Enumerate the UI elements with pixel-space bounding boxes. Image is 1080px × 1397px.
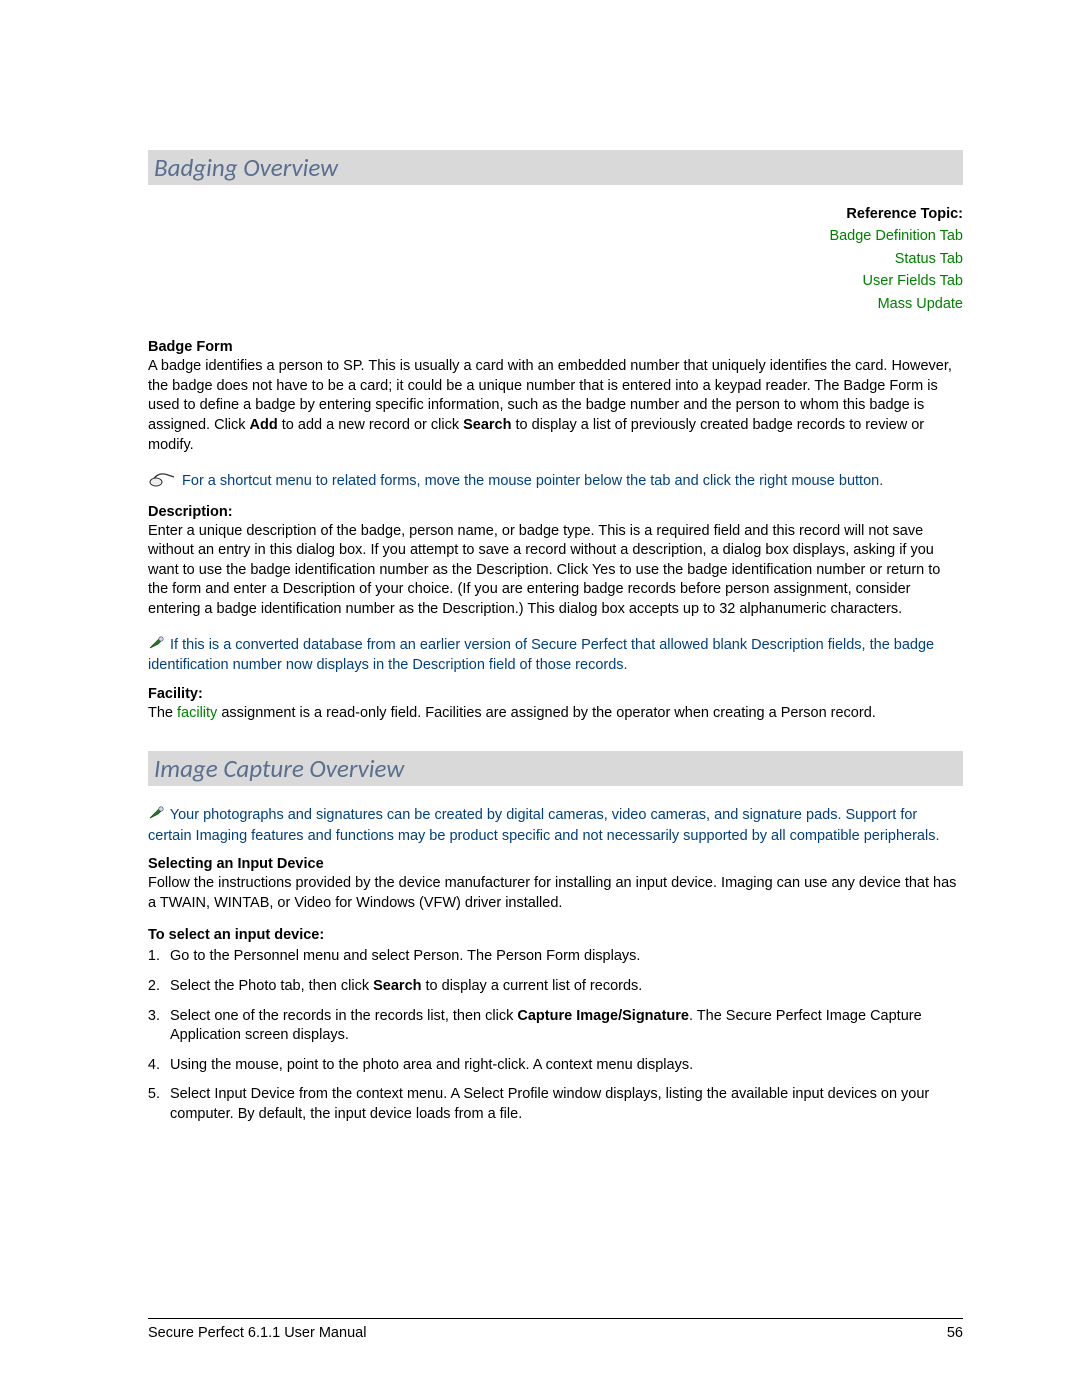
steps-list: Go to the Personnel menu and select Pers… <box>164 947 963 1124</box>
document-page: Badging Overview Reference Topic: Badge … <box>0 0 1080 1397</box>
facility-heading: Facility: <box>148 686 963 702</box>
ref-link-status-tab[interactable]: Status Tab <box>148 248 963 270</box>
facility-body: The facility assignment is a read-only f… <box>148 704 963 724</box>
pin-icon <box>148 634 166 657</box>
section-heading-badging: Badging Overview <box>148 150 963 185</box>
badge-form-heading: Badge Form <box>148 339 963 355</box>
ref-link-mass-update[interactable]: Mass Update <box>148 293 963 315</box>
page-footer: Secure Perfect 6.1.1 User Manual 56 <box>148 1318 963 1341</box>
mouse-icon <box>148 469 178 494</box>
facility-link[interactable]: facility <box>177 705 217 721</box>
reference-label: Reference Topic: <box>148 203 963 225</box>
note-image-capture: Your photographs and signatures can be c… <box>148 804 963 846</box>
ref-link-badge-definition[interactable]: Badge Definition Tab <box>148 225 963 247</box>
step-5: Select Input Device from the context men… <box>164 1085 963 1124</box>
note-converted-db: If this is a converted database from an … <box>148 634 963 676</box>
description-heading: Description: <box>148 504 963 520</box>
search-text: Search <box>463 417 511 433</box>
step-2: Select the Photo tab, then click Search … <box>164 977 963 997</box>
selecting-input-device-body: Follow the instructions provided by the … <box>148 874 963 913</box>
add-text: Add <box>250 417 278 433</box>
step-4: Using the mouse, point to the photo area… <box>164 1056 963 1076</box>
ref-link-user-fields[interactable]: User Fields Tab <box>148 270 963 292</box>
footer-page-number: 56 <box>947 1325 963 1341</box>
footer-title: Secure Perfect 6.1.1 User Manual <box>148 1325 366 1341</box>
to-select-input-device-heading: To select an input device: <box>148 927 963 943</box>
reference-topic-box: Reference Topic: Badge Definition Tab St… <box>148 203 963 315</box>
step-3: Select one of the records in the records… <box>164 1007 963 1046</box>
pin-icon <box>148 804 166 827</box>
section-heading-image-capture: Image Capture Overview <box>148 751 963 786</box>
step-1: Go to the Personnel menu and select Pers… <box>164 947 963 967</box>
badge-form-paragraph: A badge identifies a person to SP. This … <box>148 357 963 455</box>
tip-shortcut-menu: For a shortcut menu to related forms, mo… <box>148 469 963 494</box>
selecting-input-device-heading: Selecting an Input Device <box>148 856 963 872</box>
description-body: Enter a unique description of the badge,… <box>148 522 963 620</box>
